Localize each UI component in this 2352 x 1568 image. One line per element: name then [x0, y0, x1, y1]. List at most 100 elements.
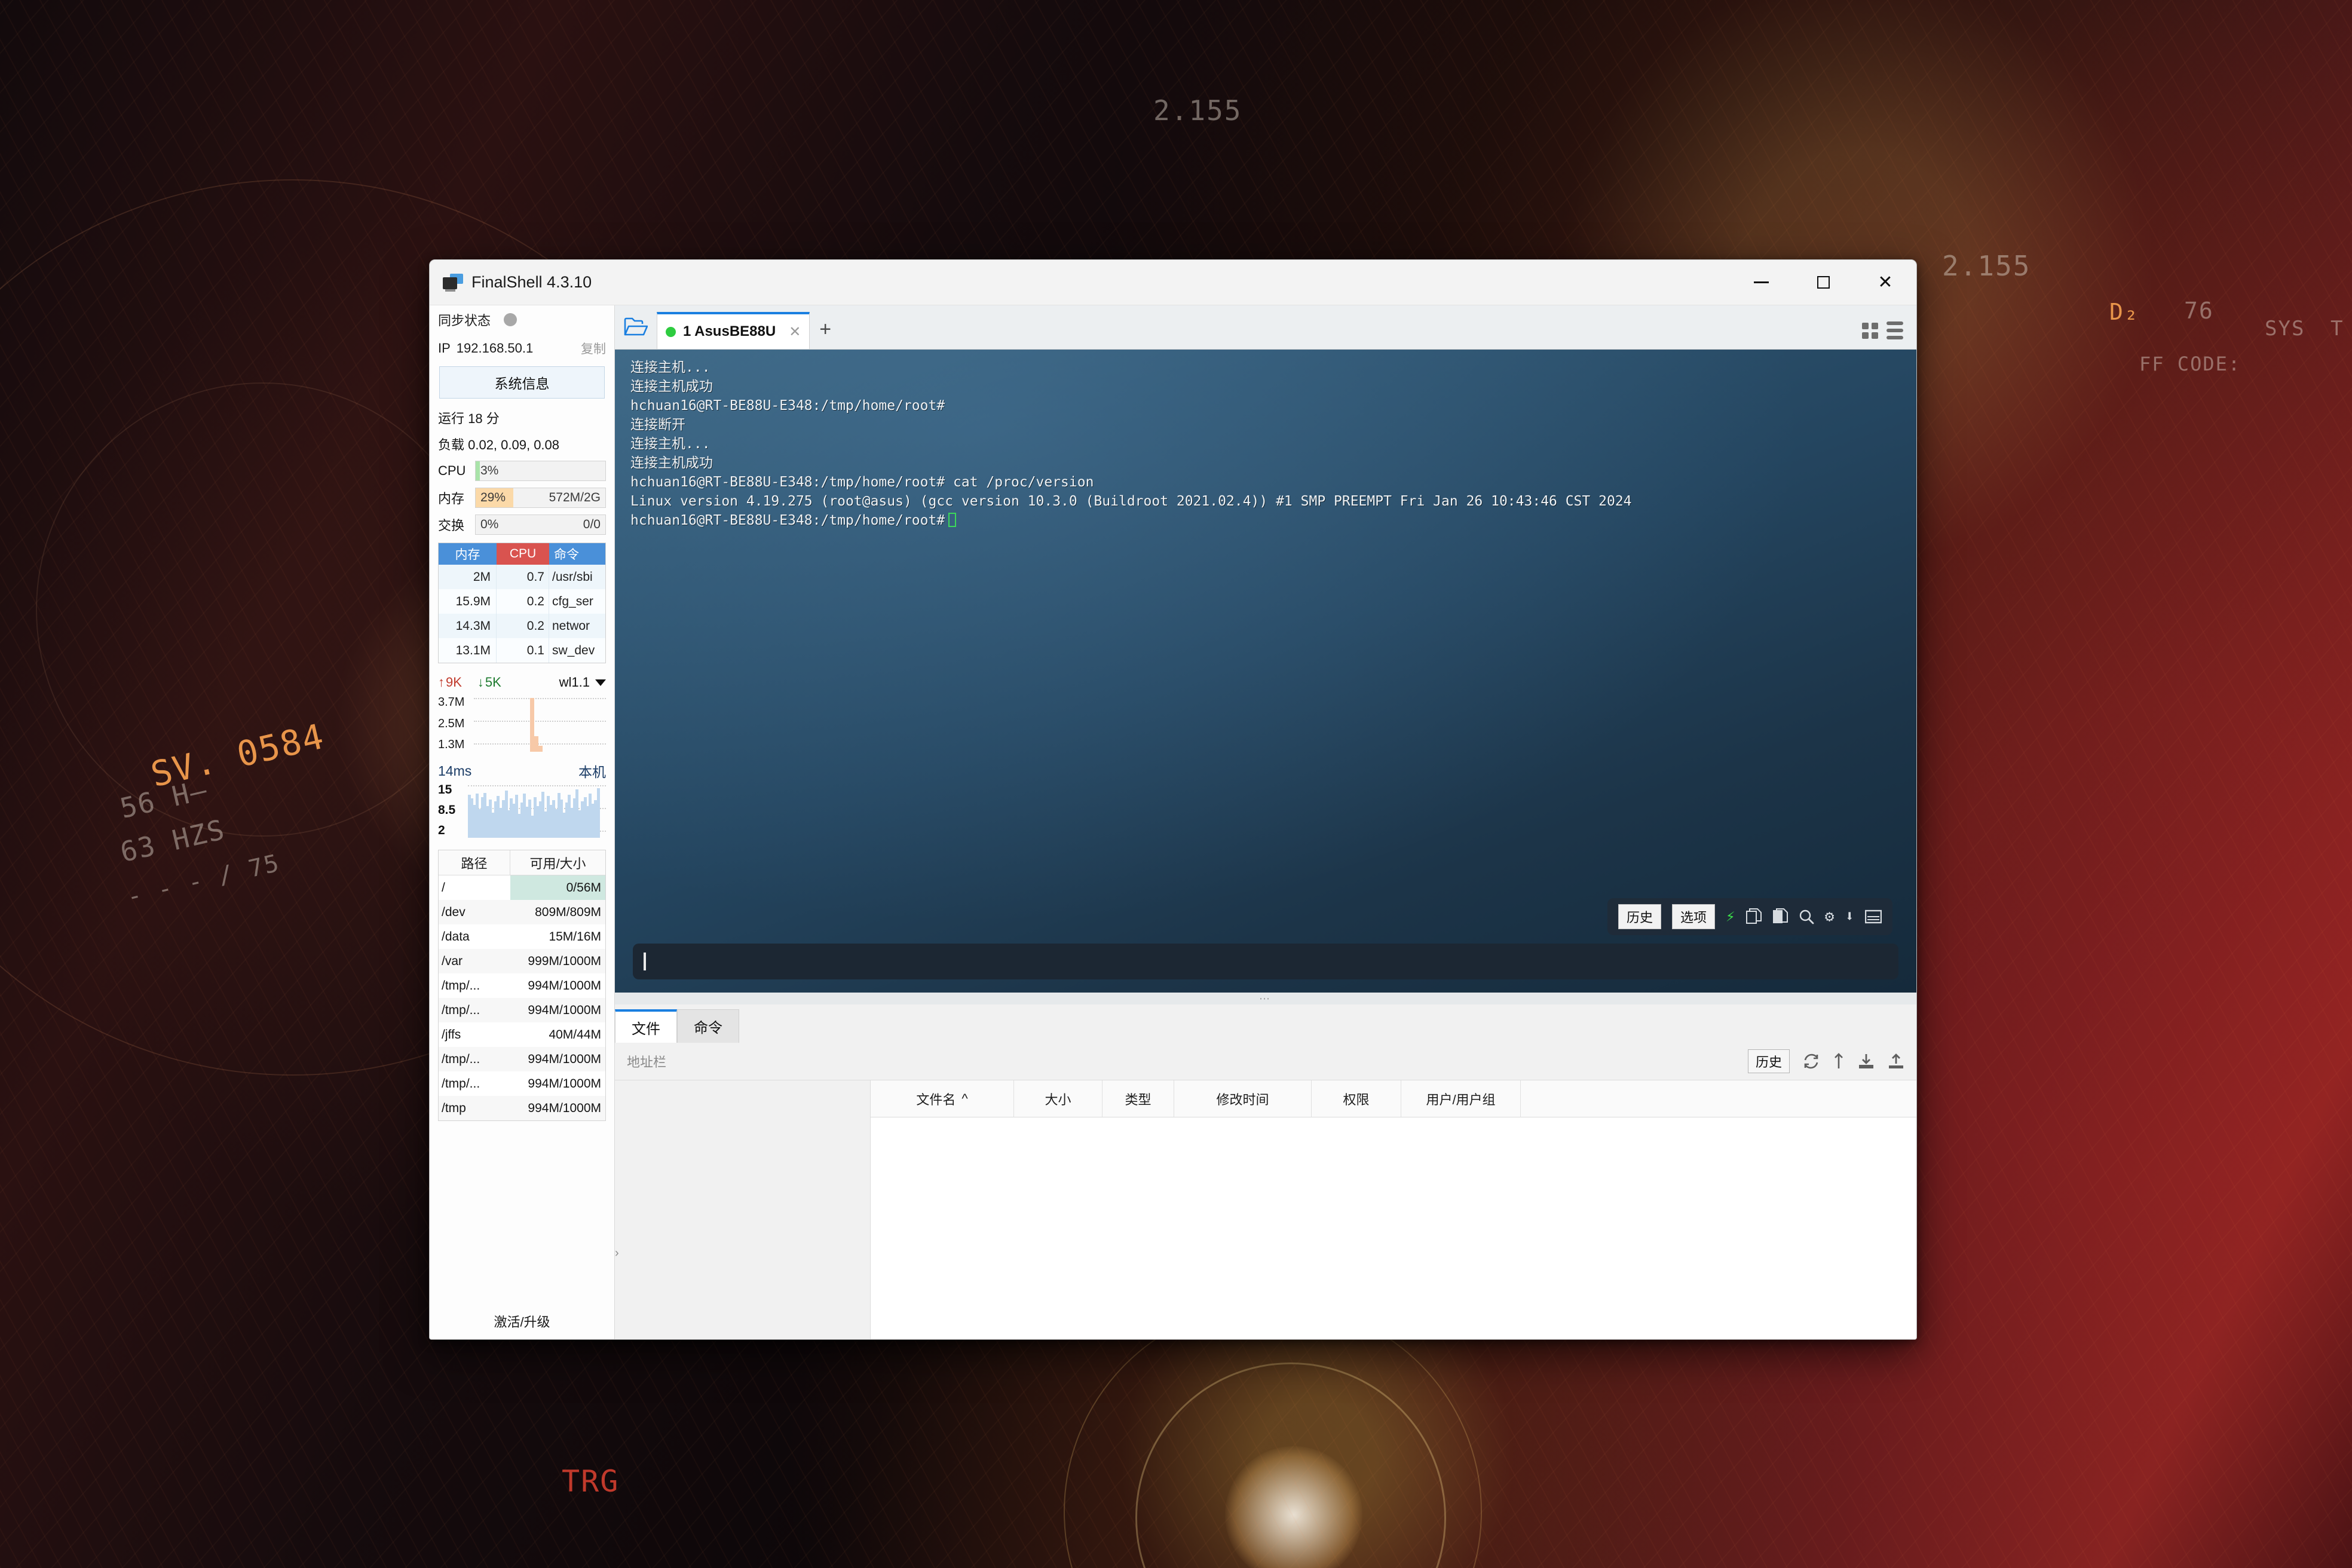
- table-row[interactable]: /jffs40M/44M: [439, 1022, 605, 1047]
- terminal-options-button[interactable]: 选项: [1672, 904, 1715, 929]
- updown-icon[interactable]: [1833, 1053, 1845, 1070]
- close-button[interactable]: ✕: [1854, 260, 1916, 305]
- network-graph-header: ↑ 9K ↓ 5K wl1.1: [438, 672, 606, 693]
- file-col-spacer: [1521, 1080, 1916, 1117]
- disk-col-path[interactable]: 路径: [439, 850, 510, 875]
- file-history-button[interactable]: 历史: [1748, 1049, 1790, 1073]
- table-row[interactable]: /data15M/16M: [439, 924, 605, 949]
- copy-ip-button[interactable]: 复制: [581, 339, 606, 357]
- finalshell-window[interactable]: FinalShell 4.3.10 ✕ 同步状态 IP 192.168.50.1…: [429, 259, 1917, 1340]
- hud-value: 76: [2184, 298, 2214, 324]
- table-row[interactable]: /tmp/...994M/1000M: [439, 1071, 605, 1096]
- search-icon[interactable]: [1799, 909, 1814, 924]
- download-icon[interactable]: [1858, 1053, 1875, 1070]
- table-row[interactable]: 2M 0.7 /usr/sbi: [439, 565, 605, 589]
- close-icon[interactable]: ✕: [789, 323, 801, 341]
- file-col-permissions[interactable]: 权限: [1312, 1080, 1401, 1117]
- wallpaper-glow: [1225, 1446, 1362, 1568]
- terminal-output[interactable]: 连接主机... 连接主机成功 hchuan16@RT-BE88U-E348:/t…: [615, 350, 1916, 993]
- upload-icon[interactable]: [1888, 1053, 1904, 1070]
- process-col-cpu[interactable]: CPU: [497, 543, 549, 565]
- file-col-owner[interactable]: 用户/用户组: [1401, 1080, 1521, 1117]
- grid-view-icon[interactable]: [1862, 323, 1878, 339]
- add-tab-button[interactable]: +: [819, 319, 831, 339]
- folder-open-icon[interactable]: [615, 305, 657, 349]
- tab-files[interactable]: 文件: [615, 1009, 677, 1043]
- hud-label: SYS: [2265, 317, 2305, 341]
- gear-icon[interactable]: ⚙: [1825, 908, 1835, 926]
- window-controls[interactable]: ✕: [1730, 260, 1916, 305]
- cpu-meter: 3%: [475, 461, 606, 481]
- ip-row: IP 192.168.50.1 复制: [438, 334, 606, 363]
- file-col-type[interactable]: 类型: [1102, 1080, 1174, 1117]
- table-row[interactable]: /tmp994M/1000M: [439, 1096, 605, 1120]
- panel-splitter[interactable]: ⋯: [615, 993, 1916, 1004]
- hud-reading: 2.155: [1153, 94, 1242, 127]
- network-upload-rate: 9K: [446, 675, 462, 690]
- paste-icon[interactable]: [1772, 908, 1788, 925]
- hud-label: T: [2330, 317, 2344, 341]
- disk-path: /tmp/...: [439, 998, 510, 1022]
- file-list[interactable]: 文件名^ 大小 类型 修改时间 权限 用户/用户组: [871, 1080, 1916, 1339]
- minimize-button[interactable]: [1730, 260, 1792, 305]
- file-col-size[interactable]: 大小: [1014, 1080, 1102, 1117]
- bolt-icon[interactable]: ⚡: [1726, 908, 1735, 926]
- window-icon[interactable]: [1865, 909, 1882, 924]
- process-memory: 15.9M: [439, 589, 497, 614]
- disk-col-size[interactable]: 可用/大小: [510, 850, 605, 875]
- tab-commands[interactable]: 命令: [677, 1009, 739, 1043]
- memory-meter-pct: 29%: [480, 491, 506, 505]
- disk-path: /var: [439, 949, 510, 973]
- network-graph-block: ↑ 9K ↓ 5K wl1.1 3.7M 2.5M 1.3M: [438, 672, 606, 752]
- network-axis-label: 2.5M: [438, 717, 474, 731]
- sync-status-dot: [504, 313, 517, 326]
- terminal-history-button[interactable]: 历史: [1618, 904, 1661, 929]
- process-cpu: 0.1: [497, 638, 549, 663]
- table-row[interactable]: /var999M/1000M: [439, 949, 605, 973]
- download-icon[interactable]: ⬇: [1845, 908, 1854, 926]
- terminal-line: 连接主机...: [630, 358, 1916, 377]
- process-command: sw_dev: [549, 638, 605, 663]
- disk-usage-table[interactable]: 路径 可用/大小 /0/56M/dev809M/809M/data15M/16M…: [438, 850, 606, 1121]
- tab-label: 1 AsusBE88U: [683, 323, 776, 340]
- table-row[interactable]: /0/56M: [439, 875, 605, 900]
- table-row[interactable]: /tmp/...994M/1000M: [439, 998, 605, 1022]
- address-bar[interactable]: 地址栏 历史: [615, 1043, 1916, 1080]
- download-arrow-icon: ↓: [477, 675, 484, 690]
- system-info-button[interactable]: 系统信息: [439, 366, 605, 399]
- network-interface-label: wl1.1: [559, 675, 590, 690]
- table-row[interactable]: 14.3M 0.2 networ: [439, 614, 605, 638]
- network-download-rate: 5K: [485, 675, 501, 690]
- copy-icon[interactable]: [1746, 908, 1762, 925]
- activate-upgrade-link[interactable]: 激活/升级: [438, 1296, 606, 1339]
- maximize-button[interactable]: [1792, 260, 1854, 305]
- table-row[interactable]: 13.1M 0.1 sw_dev: [439, 638, 605, 663]
- table-row[interactable]: 15.9M 0.2 cfg_ser: [439, 589, 605, 614]
- process-col-command[interactable]: 命令: [549, 543, 605, 565]
- hud-reading: 56 H—: [117, 773, 211, 825]
- refresh-icon[interactable]: [1803, 1054, 1820, 1069]
- table-row[interactable]: /tmp/...994M/1000M: [439, 1047, 605, 1071]
- disk-table-header: 路径 可用/大小: [439, 850, 605, 875]
- file-col-name[interactable]: 文件名^: [871, 1080, 1014, 1117]
- table-row[interactable]: /dev809M/809M: [439, 900, 605, 924]
- disk-size: 994M/1000M: [510, 1096, 605, 1120]
- terminal-prompt: hchuan16@RT-BE88U-E348:/tmp/home/root#: [630, 513, 945, 528]
- terminal-input[interactable]: [633, 944, 1898, 979]
- cpu-meter-pct: 3%: [480, 464, 498, 478]
- table-row[interactable]: /tmp/...994M/1000M: [439, 973, 605, 998]
- session-tab-asusbe88u[interactable]: 1 AsusBE88U ✕: [657, 312, 810, 349]
- process-table[interactable]: 内存 CPU 命令 2M 0.7 /usr/sbi 15.9M 0.2 cfg_…: [438, 543, 606, 663]
- list-view-icon[interactable]: [1886, 321, 1903, 339]
- disk-size: 15M/16M: [510, 924, 605, 949]
- disk-size: 994M/1000M: [510, 1071, 605, 1096]
- file-col-modified[interactable]: 修改时间: [1174, 1080, 1312, 1117]
- network-interface-select[interactable]: wl1.1: [559, 675, 606, 690]
- process-col-memory[interactable]: 内存: [439, 543, 497, 565]
- window-titlebar[interactable]: FinalShell 4.3.10 ✕: [430, 260, 1916, 305]
- file-panel-tabs: 文件 命令: [615, 1004, 1916, 1043]
- chevron-right-icon[interactable]: ›: [615, 1247, 623, 1260]
- file-list-body[interactable]: [871, 1117, 1916, 1339]
- file-tree[interactable]: ›: [615, 1080, 871, 1339]
- disk-path: /tmp/...: [439, 973, 510, 998]
